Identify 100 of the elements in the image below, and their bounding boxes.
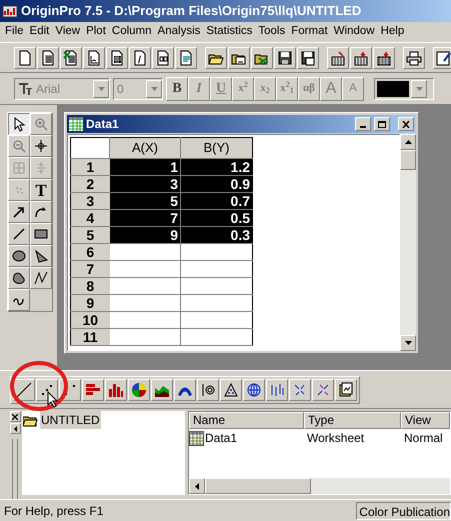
list-header[interactable]: Name [189, 412, 304, 429]
maximize-button[interactable] [374, 117, 390, 131]
menu-item[interactable]: Statistics [203, 23, 256, 41]
row-header[interactable]: 5 [70, 226, 110, 244]
table-row[interactable]: 3 5 0.7 [70, 192, 252, 210]
table-row[interactable]: 11 [70, 328, 252, 346]
row-header[interactable]: 6 [70, 244, 110, 260]
toolbar-button[interactable] [152, 46, 174, 68]
row-header[interactable]: 2 [70, 176, 110, 192]
table-row[interactable]: 6 [70, 244, 252, 260]
menu-item[interactable]: Edit [26, 23, 52, 41]
line-icon [11, 226, 27, 242]
splitter-grip[interactable] [12, 439, 18, 499]
row-header[interactable]: 8 [70, 278, 110, 294]
toolbar-button[interactable] [228, 46, 250, 68]
menu-item[interactable]: Format [288, 23, 331, 41]
column-header[interactable]: B(Y) [180, 138, 252, 158]
toolbar-button[interactable] [274, 46, 296, 68]
row-header[interactable]: 1 [70, 158, 110, 176]
save-icon [277, 50, 293, 66]
color-combo[interactable] [374, 78, 434, 100]
tree-item[interactable]: UNTITLED [40, 411, 101, 429]
horizontal-scrollbar[interactable] [189, 478, 450, 494]
row-header[interactable]: 11 [70, 328, 110, 346]
list-cell[interactable]: Data1 [205, 429, 238, 447]
format-button[interactable]: B [166, 76, 188, 100]
save-template-icon [300, 50, 316, 66]
toolbar-button[interactable] [174, 378, 196, 400]
scroll-down-button[interactable] [400, 335, 416, 351]
toolbar-button[interactable] [128, 378, 150, 400]
toolbar-button[interactable] [82, 378, 104, 400]
table-row[interactable]: 1 1 1.2 [70, 158, 252, 176]
row-header[interactable]: 3 [70, 192, 110, 210]
blob-icon [11, 270, 27, 286]
dropdown-button[interactable] [411, 80, 427, 98]
toolbar-button[interactable] [60, 46, 82, 68]
dropdown-button[interactable] [146, 80, 162, 98]
toolbar-button[interactable] [205, 46, 227, 68]
dropdown-button[interactable] [93, 80, 109, 98]
table-row[interactable]: 5 9 0.3 [70, 226, 252, 244]
tool-button[interactable] [8, 113, 30, 135]
menu-item[interactable]: Plot [83, 23, 109, 41]
toolbar-button[interactable] [289, 378, 311, 400]
table-row[interactable]: 2 3 0.9 [70, 176, 252, 192]
toolbar-button[interactable] [266, 378, 288, 400]
toolbar-button[interactable] [433, 46, 451, 68]
new-document-icon [17, 50, 33, 66]
menu-item[interactable]: View [52, 23, 84, 41]
scroll-thumb[interactable] [400, 150, 416, 170]
toolbar-button[interactable] [220, 378, 242, 400]
table-row[interactable]: 10 [70, 312, 252, 328]
toolbar-button[interactable] [297, 46, 319, 68]
toolbar-button[interactable] [350, 46, 372, 68]
toolbar-button[interactable] [403, 46, 425, 68]
row-header[interactable]: 7 [70, 260, 110, 278]
vertical-scrollbar[interactable] [400, 134, 416, 351]
row-header[interactable]: 10 [70, 312, 110, 328]
toolbar-button[interactable] [14, 46, 36, 68]
toolbar-button[interactable] [197, 378, 219, 400]
menu-item[interactable]: Help [378, 23, 408, 41]
column-header[interactable]: A(X) [110, 138, 180, 158]
color-swatch [377, 80, 409, 96]
tool-button[interactable]: T [30, 179, 52, 201]
scroll-thumb[interactable] [205, 478, 311, 494]
close-icon [12, 414, 18, 420]
toolbar-button[interactable] [37, 46, 59, 68]
toolbar-button[interactable] [175, 46, 197, 68]
toolbar-button[interactable] [251, 46, 273, 68]
menu-item[interactable]: File [2, 23, 27, 41]
toolbar-button[interactable] [151, 378, 173, 400]
close-button[interactable] [10, 411, 20, 422]
format-button-label: A [349, 83, 357, 94]
scroll-left-button[interactable] [189, 478, 205, 494]
toolbar-button[interactable] [13, 378, 35, 400]
menu-item[interactable]: Analysis [154, 23, 204, 41]
list-header[interactable]: View [401, 412, 450, 429]
menu-item[interactable]: Window [330, 23, 378, 41]
toolbar-button[interactable] [335, 378, 357, 400]
scroll-up-button[interactable] [400, 134, 416, 150]
menu-item[interactable]: Column [108, 23, 155, 41]
toolbar-button[interactable] [105, 378, 127, 400]
toolbar-button[interactable] [106, 46, 128, 68]
toolbar-button[interactable] [243, 378, 265, 400]
toolbar-button[interactable] [312, 378, 334, 400]
close-button[interactable] [398, 117, 414, 131]
toolbar-button[interactable] [129, 46, 151, 68]
row-header[interactable]: 9 [70, 294, 110, 312]
table-row[interactable]: 7 [70, 260, 252, 278]
row-header[interactable]: 4 [70, 210, 110, 226]
toolbar-button[interactable] [373, 46, 395, 68]
toolbar-button[interactable] [327, 46, 349, 68]
table-row[interactable]: 9 [70, 294, 252, 312]
menu-item[interactable]: Tools [255, 23, 288, 41]
collapse-button[interactable] [10, 423, 20, 434]
list-header[interactable]: Type [304, 412, 401, 429]
table-row[interactable]: 8 [70, 278, 252, 294]
caret-icon [98, 86, 104, 90]
table-row[interactable]: 4 7 0.5 [70, 210, 252, 226]
toolbar-button[interactable] [83, 46, 105, 68]
minimize-button[interactable] [355, 117, 371, 131]
